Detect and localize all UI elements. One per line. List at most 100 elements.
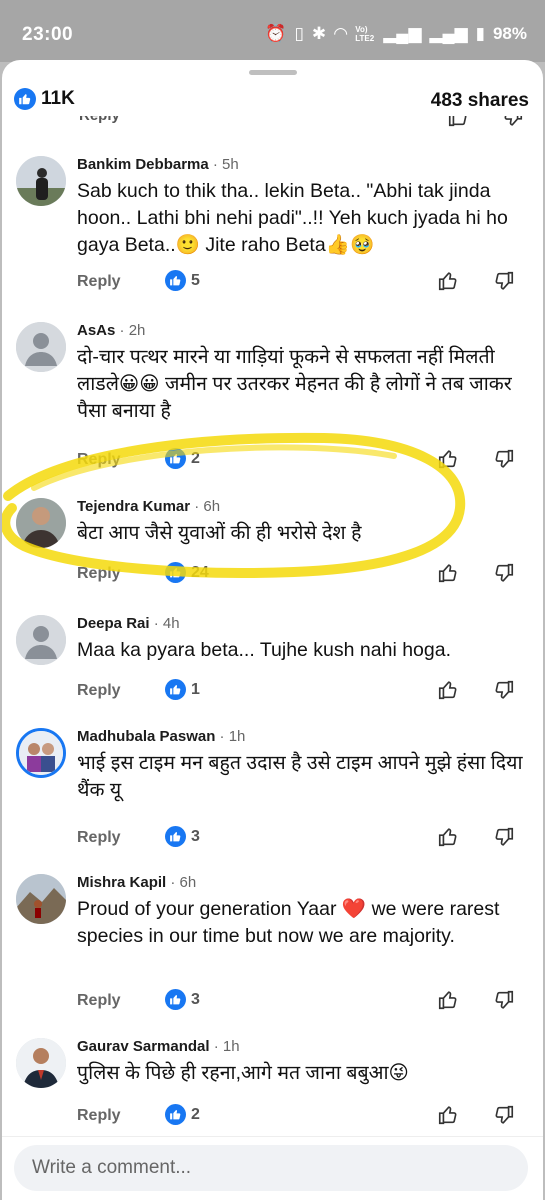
default-avatar-icon[interactable] (16, 615, 66, 665)
comment-time: · 1h (209, 1038, 240, 1055)
comment-text: Proud of your generation Yaar ❤️ we were… (77, 898, 500, 947)
comment-time: · 5h (208, 156, 239, 173)
avatar[interactable] (16, 498, 66, 548)
like-icon (14, 88, 36, 110)
comment-input[interactable]: Write a comment... (14, 1145, 528, 1191)
vibrate-icon: ▯ (294, 24, 304, 43)
comment-text: Maa ka pyara beta... Tujhe kush nahi hog… (77, 639, 451, 661)
status-icons: ⏰ ▯ ✱ ◠ Vo) LTE2 ▂▄▆ ▂▄▆ ▮ 98% (265, 24, 527, 44)
thumbs-up-icon[interactable] (437, 562, 459, 589)
thumbs-up-icon[interactable] (447, 116, 469, 128)
comment-time: · 2h (115, 322, 146, 339)
thumbs-down-icon[interactable] (493, 448, 515, 475)
comment-actions: Reply 2 (77, 448, 537, 474)
thumbs-down-icon[interactable] (493, 270, 515, 297)
like-icon (165, 1104, 186, 1125)
reaction-number: 2 (191, 1105, 200, 1123)
vote-buttons (437, 270, 515, 297)
author-name[interactable]: Deepa Rai (77, 615, 150, 632)
thumbs-up-icon[interactable] (437, 679, 459, 706)
comment-actions: Reply 3 (77, 989, 537, 1015)
thumbs-down-icon[interactable] (502, 116, 524, 128)
shares-count[interactable]: 483 shares (431, 90, 529, 112)
comment-author[interactable]: Madhubala Paswan · 1h (77, 728, 245, 745)
reply-button[interactable]: Reply (77, 682, 121, 700)
thumbs-down-icon[interactable] (493, 826, 515, 853)
reaction-number: 1 (191, 680, 200, 698)
comment-actions: Reply 24 (77, 562, 537, 588)
reply-button[interactable]: Reply (77, 451, 121, 469)
avatar[interactable] (16, 728, 66, 778)
reply-button[interactable]: Reply (77, 565, 121, 583)
default-avatar-icon[interactable] (16, 322, 66, 372)
thumbs-down-icon[interactable] (493, 562, 515, 589)
avatar[interactable] (16, 874, 66, 924)
thumbs-up-icon[interactable] (437, 1104, 459, 1131)
thumbs-down-icon[interactable] (493, 679, 515, 706)
like-icon (165, 448, 186, 469)
reaction-count[interactable]: 3 (165, 989, 200, 1010)
comment-time: · 6h (166, 874, 197, 891)
thumbs-down-icon[interactable] (493, 1104, 515, 1131)
reaction-count[interactable]: 3 (165, 826, 200, 847)
reaction-count[interactable]: 2 (165, 448, 200, 469)
comment-text: भाई इस टाइम मन बहुत उदास है उसे टाइम आपन… (77, 752, 523, 801)
reaction-number: 3 (191, 990, 200, 1008)
like-icon (165, 270, 186, 291)
alarm-icon: ⏰ (265, 24, 287, 43)
like-icon (165, 679, 186, 700)
partial-action-row: Reply (2, 116, 543, 128)
reaction-count[interactable]: 1 (165, 679, 200, 700)
thumbs-down-icon[interactable] (493, 989, 515, 1016)
thumbs-up-icon[interactable] (437, 270, 459, 297)
reaction-number: 2 (191, 449, 200, 467)
reply-button[interactable]: Reply (77, 992, 121, 1010)
comment-text: दो-चार पत्थर मारने या गाड़ियां फूकने से … (77, 346, 512, 422)
thumbs-up-icon[interactable] (437, 989, 459, 1016)
vote-buttons (437, 1104, 515, 1131)
comment-text: पुलिस के पिछे ही रहना,आगे मत जाना बबुआ😜 (77, 1062, 409, 1084)
partial-reply-label[interactable]: Reply (79, 116, 120, 124)
comment-author[interactable]: Tejendra Kumar · 6h (77, 498, 220, 515)
author-name[interactable]: AsAs (77, 322, 115, 339)
reply-button[interactable]: Reply (77, 1107, 121, 1125)
thumbs-up-icon[interactable] (437, 826, 459, 853)
comment-actions: Reply 1 (77, 679, 537, 705)
likes-count: 11K (41, 88, 75, 109)
comment-time: · 6h (190, 498, 221, 515)
comment-author[interactable]: Bankim Debbarma · 5h (77, 156, 239, 173)
like-icon (165, 826, 186, 847)
signal-icon-2: ▂▄▆ (429, 24, 468, 43)
avatar[interactable] (16, 156, 66, 206)
author-name[interactable]: Madhubala Paswan (77, 728, 215, 745)
reaction-count[interactable]: 2 (165, 1104, 200, 1125)
status-bar: 23:00 ⏰ ▯ ✱ ◠ Vo) LTE2 ▂▄▆ ▂▄▆ ▮ 98% (0, 0, 545, 62)
author-name[interactable]: Mishra Kapil (77, 874, 166, 891)
reply-button[interactable]: Reply (77, 829, 121, 847)
vote-buttons (437, 679, 515, 706)
author-name[interactable]: Bankim Debbarma (77, 156, 209, 173)
vote-buttons (437, 448, 515, 475)
comment-text: Sab kuch to thik tha.. lekin Beta.. "Abh… (77, 180, 508, 256)
thumbs-up-icon[interactable] (437, 448, 459, 475)
drag-handle[interactable] (249, 70, 297, 75)
vote-buttons (437, 562, 515, 589)
comments-sheet: 11K 483 shares Reply Bankim Debbarma · 5… (2, 60, 543, 1200)
author-name[interactable]: Gaurav Sarmandal (77, 1038, 210, 1055)
vote-buttons (437, 826, 515, 853)
vote-buttons (437, 989, 515, 1016)
avatar[interactable] (16, 1038, 66, 1088)
comment-author[interactable]: Deepa Rai · 4h (77, 615, 180, 632)
lte-label: Vo) LTE2 (355, 25, 375, 43)
comment-author[interactable]: Gaurav Sarmandal · 1h (77, 1038, 240, 1055)
reply-button[interactable]: Reply (77, 273, 121, 291)
author-name[interactable]: Tejendra Kumar (77, 498, 190, 515)
comment-author[interactable]: Mishra Kapil · 6h (77, 874, 196, 891)
like-icon (165, 562, 186, 583)
likes-summary[interactable]: 11K (14, 88, 75, 110)
comment-author[interactable]: AsAs · 2h (77, 322, 145, 339)
reaction-count[interactable]: 5 (165, 270, 200, 291)
reaction-summary: 11K 483 shares (2, 86, 543, 116)
battery-icon: ▮ (475, 24, 485, 43)
reaction-count[interactable]: 24 (165, 562, 209, 583)
